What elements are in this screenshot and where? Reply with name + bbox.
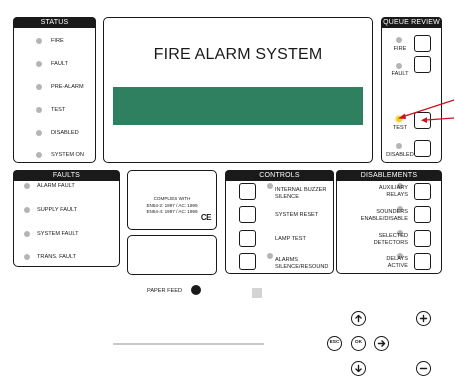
selected-detectors-label-1: SELECTED (378, 233, 408, 239)
buzzer-label-1: INTERNAL BUZZER (275, 187, 327, 193)
queue-fault-led (396, 63, 402, 69)
status-disabled-led (36, 130, 42, 136)
nav-down-button[interactable] (351, 361, 366, 376)
status-pre-alarm-led (36, 84, 42, 90)
queue-fault-button[interactable] (414, 56, 431, 73)
paper-feed-label: PAPER FEED (147, 288, 183, 294)
pointer-arrows (398, 99, 455, 123)
queue-review-panel: QUEUE REVIEW (381, 17, 442, 163)
status-system-on-led (36, 152, 42, 158)
status-system-on-label: SYSTEM ON (51, 152, 84, 158)
status-header: STATUS (13, 17, 96, 28)
buzzer-label-2: SILENCE (275, 194, 299, 200)
auxiliary-relays-label-2: RELAYS (386, 192, 408, 198)
arrow-up-icon (355, 314, 362, 323)
queue-disabled-button[interactable] (414, 140, 431, 157)
alarm-fault-label: ALARM FAULT (37, 183, 75, 189)
system-reset-label: SYSTEM RESET (275, 212, 319, 218)
nav-up-button[interactable] (351, 311, 366, 326)
queue-fault-label: FAULT (391, 71, 409, 77)
alarms-label-2: SILENCE/RESOUND (275, 264, 329, 270)
delays-active-label-1: DELAYS (386, 256, 408, 262)
ok-label: OK (354, 340, 363, 345)
system-reset-button[interactable] (239, 206, 256, 223)
cert-line-1: COMPLIES WITH (153, 196, 191, 201)
status-fire-led (36, 38, 42, 44)
printer-box (127, 235, 217, 275)
lamp-test-button[interactable] (239, 230, 256, 247)
sounders-enable-disable-button[interactable] (414, 206, 431, 223)
minus-icon (419, 367, 428, 370)
controls-header: CONTROLS (225, 170, 334, 181)
arrow-down-icon (355, 364, 362, 373)
status-fault-led (36, 61, 42, 67)
certification-box: COMPLIES WITH EN54-2: 1997 / AC: 1999 EN… (127, 170, 217, 230)
lcd-title: FIRE ALARM SYSTEM (153, 46, 323, 63)
delays-active-label-2: ACTIVE (387, 263, 408, 269)
paper-slot (113, 343, 264, 345)
trans-fault-label: TRANS. FAULT (37, 254, 77, 260)
nav-plus-button[interactable] (416, 311, 431, 326)
supply-fault-label: SUPPLY FAULT (37, 207, 78, 213)
plus-icon (419, 314, 428, 323)
cert-line-2: EN54-2: 1997 / AC: 1999 (146, 203, 198, 208)
disablements-header: DISABLEMENTS (336, 170, 442, 181)
faults-header: FAULTS (13, 170, 120, 181)
queue-disabled-led (396, 143, 402, 149)
status-disabled-label: DISABLED (51, 130, 79, 136)
system-fault-led (24, 231, 30, 237)
indicator-square (252, 288, 262, 298)
sounders-label-1: SOUNDERS (376, 209, 408, 215)
esc-label: ESC (329, 340, 340, 345)
paper-feed-button[interactable] (191, 285, 201, 295)
lamp-test-label: LAMP TEST (275, 236, 306, 242)
arrow-right-icon (377, 340, 386, 347)
status-pre-alarm-label: PRE-ALARM (51, 84, 84, 90)
ce-mark: CE (200, 213, 212, 222)
supply-fault-led (24, 207, 30, 213)
ok-button[interactable]: OK (351, 336, 366, 351)
queue-disabled-label: DISABLED (386, 152, 414, 158)
alarms-led (267, 253, 273, 259)
queue-fire-label: FIRE (393, 46, 407, 52)
queue-fire-led (396, 37, 402, 43)
status-fault-label: FAULT (51, 61, 68, 67)
nav-right-button[interactable] (374, 336, 389, 351)
queue-review-header: QUEUE REVIEW (381, 17, 442, 28)
esc-button[interactable]: ESC (327, 336, 342, 351)
alarms-label-1: ALARMS (275, 257, 299, 263)
selected-detectors-label-2: DETECTORS (373, 240, 408, 246)
delays-active-button[interactable] (414, 253, 431, 270)
status-fire-label: FIRE (51, 38, 64, 44)
sounders-label-2: ENABLE/DISABLE (360, 216, 408, 222)
system-fault-label: SYSTEM FAULT (37, 231, 79, 237)
status-test-label: TEST (51, 107, 66, 113)
nav-minus-button[interactable] (416, 361, 431, 376)
lcd-screen (113, 87, 363, 125)
selected-detectors-button[interactable] (414, 230, 431, 247)
trans-fault-led (24, 254, 30, 260)
buzzer-led (267, 183, 273, 189)
queue-fire-button[interactable] (414, 35, 431, 52)
alarms-silence-resound-button[interactable] (239, 253, 256, 270)
status-test-led (36, 107, 42, 113)
internal-buzzer-silence-button[interactable] (239, 183, 256, 200)
auxiliary-relays-button[interactable] (414, 183, 431, 200)
auxiliary-relays-label-1: AUXILIARY (378, 185, 408, 191)
alarm-fault-led (24, 183, 30, 189)
